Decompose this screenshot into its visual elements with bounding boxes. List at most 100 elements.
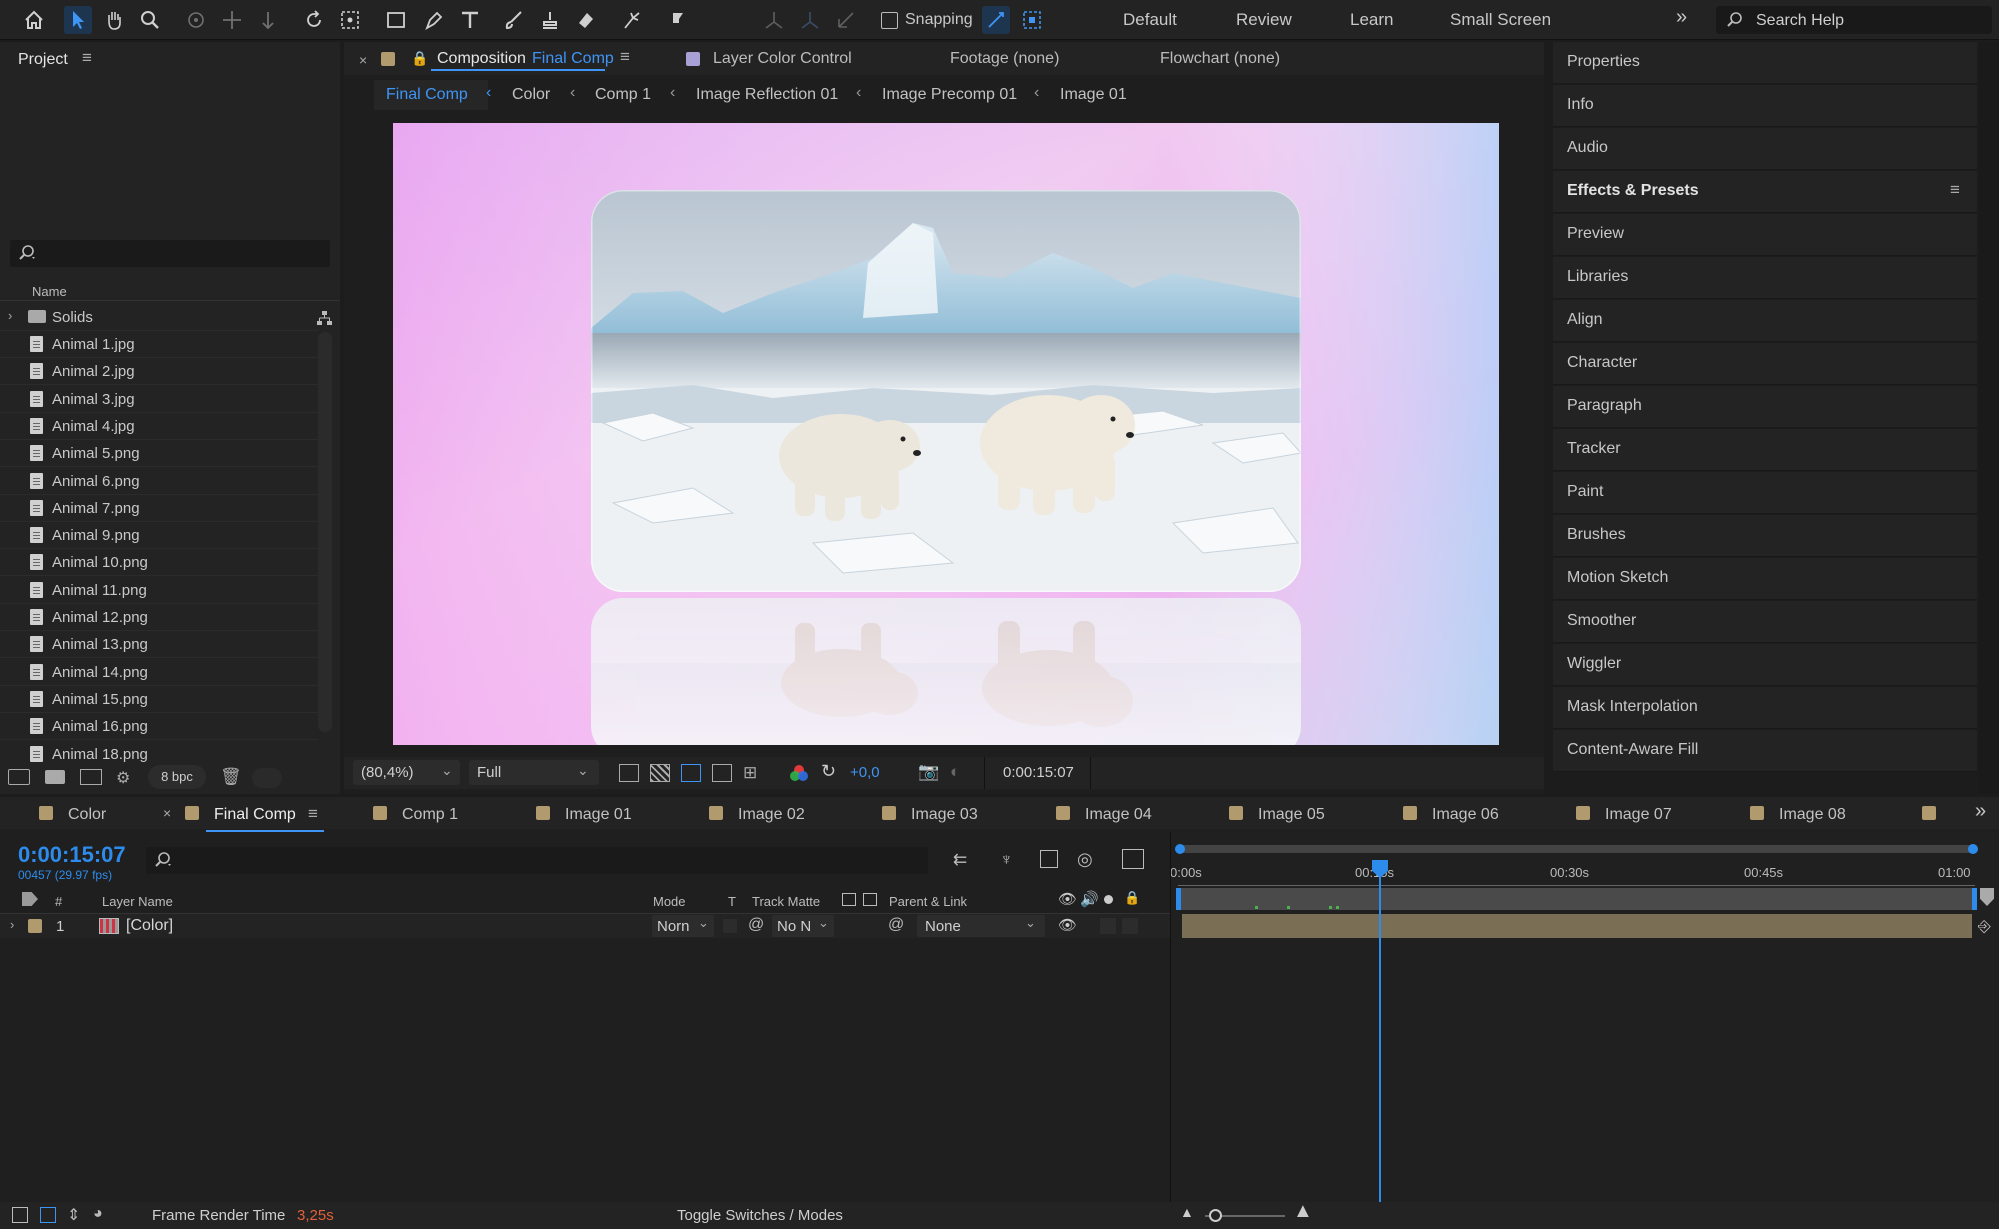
project-item[interactable]: Animal 12.png: [0, 604, 318, 631]
panel-tracker[interactable]: Tracker: [1553, 429, 1977, 471]
time-navigator[interactable]: [1175, 844, 1978, 854]
snapping-checkbox[interactable]: [881, 12, 898, 29]
render-time-icon[interactable]: ◕: [93, 1205, 103, 1223]
project-column-name[interactable]: Name: [32, 284, 67, 299]
mask-path-visibility-icon[interactable]: [681, 764, 701, 782]
panel-paragraph[interactable]: Paragraph: [1553, 386, 1977, 428]
project-item[interactable]: Animal 15.png: [0, 686, 318, 713]
panel-effects-presets[interactable]: Effects & Presets: [1553, 171, 1977, 213]
panel-preview[interactable]: Preview: [1553, 214, 1977, 256]
layer-duration-bar[interactable]: [1182, 914, 1972, 938]
project-settings-icon[interactable]: ⚙: [116, 768, 130, 788]
frame-blending-icon[interactable]: [1040, 850, 1058, 868]
region-of-interest-icon[interactable]: [712, 764, 732, 782]
axis-view-icon[interactable]: [832, 6, 860, 34]
project-item[interactable]: Animal 7.png: [0, 495, 318, 522]
tab-footage[interactable]: Footage (none): [950, 50, 1059, 68]
anchor-point-tool-icon[interactable]: [336, 6, 364, 34]
transfer-controls-icon[interactable]: [40, 1207, 56, 1223]
reset-exposure-icon[interactable]: ↻: [821, 761, 836, 782]
lock-icon[interactable]: 🔒: [411, 50, 428, 67]
composition-tab-name[interactable]: Final Comp: [532, 50, 614, 68]
bpc-button[interactable]: 8 bpc: [148, 765, 206, 789]
type-tool-icon[interactable]: [456, 6, 484, 34]
solo-icon[interactable]: [1104, 895, 1113, 904]
eye-icon[interactable]: 👁: [1058, 890, 1077, 908]
layer-name[interactable]: [Color]: [126, 917, 173, 935]
project-flowchart-icon[interactable]: [316, 310, 333, 327]
timeline-tab-comp-1[interactable]: Comp 1: [402, 806, 458, 824]
fast-previews-icon[interactable]: [619, 764, 639, 782]
project-item[interactable]: Animal 2.jpg: [0, 358, 318, 386]
zoom-in-icon[interactable]: ▲: [1293, 1200, 1313, 1223]
timeline-tab-image-01[interactable]: Image 01: [565, 806, 632, 824]
breadcrumb-comp-1[interactable]: Comp 1: [595, 86, 651, 104]
breadcrumb-final-comp[interactable]: Final Comp: [386, 86, 468, 104]
project-item[interactable]: Animal 3.jpg: [0, 386, 318, 413]
viewer-timecode[interactable]: 0:00:15:07: [1003, 764, 1074, 781]
project-item[interactable]: Animal 4.jpg: [0, 413, 318, 440]
project-item[interactable]: Animal 6.png: [0, 468, 318, 495]
panel-menu-icon[interactable]: ≡: [308, 804, 318, 824]
home-icon[interactable]: [20, 6, 48, 34]
project-item[interactable]: Animal 16.png: [0, 713, 318, 741]
zoom-dropdown[interactable]: (80,4%) ⌄: [353, 760, 460, 785]
new-composition-icon[interactable]: [80, 769, 102, 785]
channel-color-icon[interactable]: [789, 763, 809, 783]
tab-layer-color-control[interactable]: Layer Color Control: [713, 50, 852, 68]
grid-guides-icon[interactable]: ⊞: [743, 763, 757, 783]
workspace-review[interactable]: Review: [1236, 10, 1292, 30]
in-out-icon[interactable]: ⇕: [67, 1205, 80, 1225]
timeline-tab-final-comp[interactable]: Final Comp: [214, 806, 296, 824]
interpret-footage-icon[interactable]: [8, 769, 30, 785]
panel-smoother[interactable]: Smoother: [1553, 601, 1977, 643]
column-parent-link[interactable]: Parent & Link: [889, 894, 967, 909]
lock-icon[interactable]: 🔒: [1124, 890, 1140, 906]
orbit-camera-icon[interactable]: [182, 6, 210, 34]
panel-brushes[interactable]: Brushes: [1553, 515, 1977, 557]
project-item[interactable]: Animal 10.png: [0, 549, 318, 577]
parent-pickwhip-icon[interactable]: @: [888, 916, 904, 934]
panel-paint[interactable]: Paint: [1553, 472, 1977, 514]
project-item[interactable]: Animal 5.png: [0, 440, 318, 468]
composition-tab-prefix[interactable]: Composition: [437, 50, 526, 68]
layer-label-swatch[interactable]: [28, 919, 42, 933]
parent-dropdown[interactable]: None ⌄: [917, 915, 1045, 937]
panel-properties[interactable]: Properties: [1553, 42, 1977, 84]
timeline-tab-color[interactable]: Color: [68, 806, 106, 824]
project-search-input[interactable]: [10, 240, 330, 267]
preserve-transparency-checkbox[interactable]: [723, 919, 737, 933]
time-graph[interactable]: 0:00s 00:15s 00:30s 00:45s 01:00 ⎆: [1170, 832, 1999, 1202]
timeline-tab-image-04[interactable]: Image 04: [1085, 806, 1152, 824]
matte-pickwhip-icon[interactable]: @: [748, 916, 764, 934]
eraser-tool-icon[interactable]: [572, 6, 600, 34]
transparency-grid-icon[interactable]: [650, 764, 670, 782]
pen-tool-icon[interactable]: [420, 6, 448, 34]
composition-viewer[interactable]: [393, 123, 1499, 745]
current-time[interactable]: 0:00:15:07: [18, 842, 126, 868]
workspace-overflow-icon[interactable]: »: [1676, 6, 1687, 29]
snap-features-icon[interactable]: [1018, 6, 1046, 34]
dolly-camera-icon[interactable]: [254, 6, 282, 34]
timeline-zoom-slider[interactable]: [1205, 1209, 1285, 1222]
tabs-overflow-icon[interactable]: »: [1975, 800, 1986, 823]
pan-camera-icon[interactable]: [218, 6, 246, 34]
hand-tool-icon[interactable]: [100, 6, 128, 34]
snap-edges-icon[interactable]: [982, 6, 1010, 34]
work-area-bar[interactable]: [1176, 888, 1977, 910]
layer-mode-dropdown[interactable]: Norn ⌄: [652, 915, 714, 937]
timeline-tab-image-03[interactable]: Image 03: [911, 806, 978, 824]
panel-wiggler[interactable]: Wiggler: [1553, 644, 1977, 686]
breadcrumb-color[interactable]: Color: [512, 86, 550, 104]
puppet-pin-tool-icon[interactable]: [662, 6, 690, 34]
label-color-swatch[interactable]: [381, 52, 395, 66]
project-item[interactable]: Animal 9.png: [0, 522, 318, 550]
panel-info[interactable]: Info: [1553, 85, 1977, 127]
comp-button-icon[interactable]: ⎆: [1978, 918, 1991, 936]
graph-editor-icon[interactable]: [1122, 849, 1144, 869]
visibility-eye-icon[interactable]: 👁: [1058, 916, 1077, 934]
column-mode[interactable]: Mode: [653, 894, 686, 909]
comp-mini-flowchart-icon[interactable]: ⇇: [953, 850, 967, 870]
project-toggle[interactable]: [252, 768, 282, 788]
snapshot-camera-icon[interactable]: 📷: [918, 762, 939, 782]
